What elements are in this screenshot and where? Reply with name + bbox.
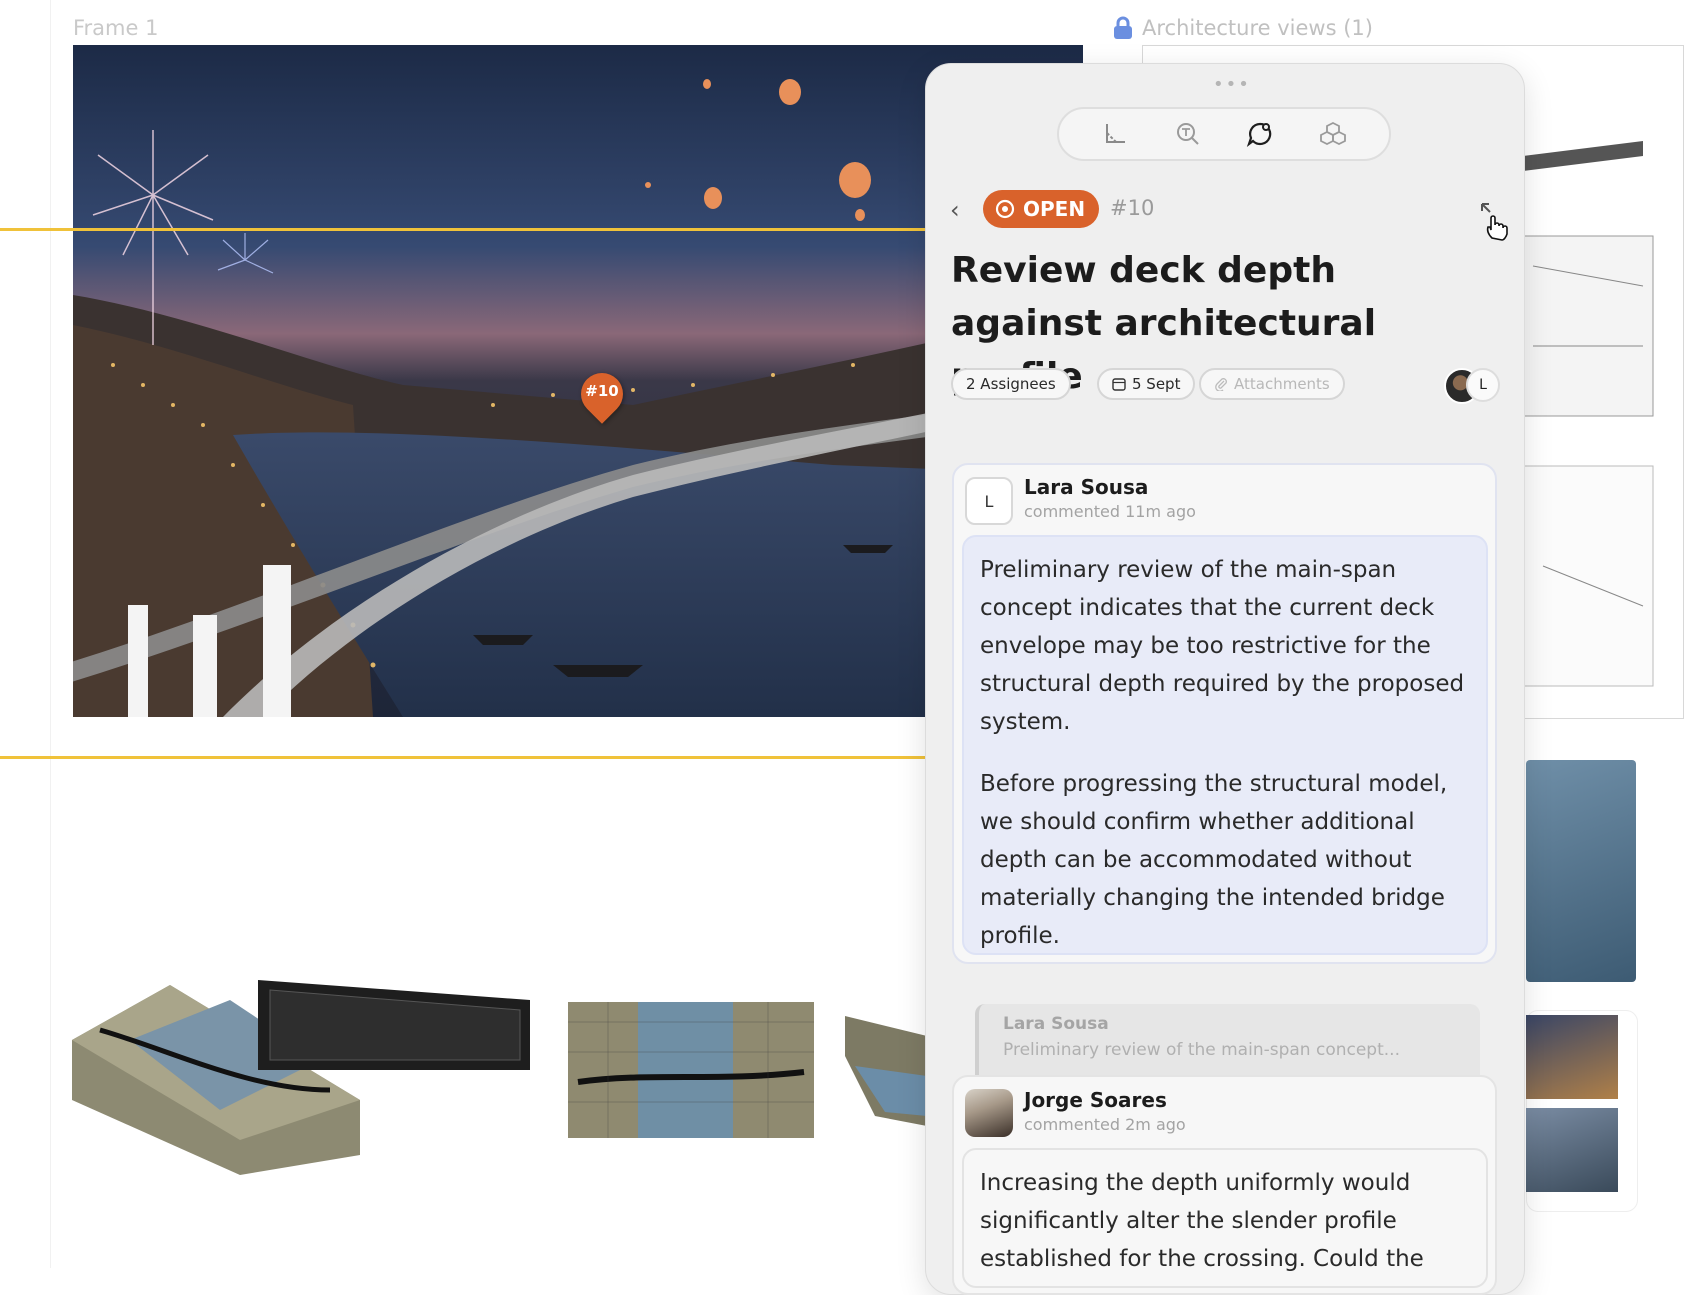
selection-guide-top: [0, 228, 925, 231]
reply-quote-excerpt: Preliminary review of the main-span conc…: [1003, 1040, 1400, 1060]
comment-paragraph: Preliminary review of the main-span conc…: [980, 557, 1465, 735]
calendar-icon: [1112, 378, 1126, 391]
paperclip-icon: [1215, 378, 1227, 391]
architecture-views-title: Architecture views (1): [1142, 16, 1373, 40]
frame-1-label[interactable]: Frame 1: [73, 16, 158, 40]
comment-body[interactable]: Increasing the depth uniformly would sig…: [962, 1148, 1488, 1288]
status-badge-open[interactable]: OPEN: [983, 190, 1100, 228]
photo-thumbnail-1[interactable]: [1526, 1015, 1618, 1099]
lock-icon: [1114, 16, 1132, 39]
selection-guide-bottom: [0, 756, 925, 759]
reply-quote[interactable]: Lara Sousa Preliminary review of the mai…: [975, 1004, 1480, 1076]
comment-meta: commented 11m ago: [1024, 502, 1196, 521]
measure-tool-button[interactable]: [1099, 118, 1131, 150]
reply-quote-author: Lara Sousa: [1003, 1014, 1109, 1034]
measure-icon: [1106, 124, 1126, 143]
terrain-model-isometric[interactable]: [70, 980, 540, 1180]
open-status-icon: [995, 199, 1015, 219]
inspect-tool-button[interactable]: [1172, 118, 1204, 150]
comment-author: Lara Sousa: [1024, 475, 1149, 499]
comment-meta: commented 2m ago: [1024, 1115, 1186, 1134]
comment-paragraph: Increasing the depth uniformly would sig…: [980, 1170, 1424, 1272]
architecture-views-label[interactable]: Architecture views (1): [1112, 16, 1373, 40]
cubes-icon: [1319, 121, 1346, 146]
components-tool-button[interactable]: [1317, 118, 1349, 150]
zoom-text-icon: [1176, 123, 1199, 145]
avatar-letter: L: [1466, 368, 1500, 402]
panel-drag-handle[interactable]: •••: [1213, 74, 1251, 95]
comment-author: Jorge Soares: [1024, 1088, 1167, 1112]
collapse-panel-button[interactable]: [1478, 200, 1508, 246]
assignees-label: 2 Assignees: [966, 375, 1056, 393]
collapse-arrow-icon: [1481, 203, 1508, 241]
due-date-label: 5 Sept: [1132, 375, 1181, 393]
attachments-chip[interactable]: Attachments: [1199, 368, 1345, 400]
panel-toolbar: [1057, 107, 1391, 161]
comment-avatar: L: [965, 477, 1013, 525]
comment-paragraph: Before progressing the structural model,…: [980, 771, 1448, 949]
comment-bubble-icon: [1247, 122, 1272, 147]
aerial-photo-thumbnail[interactable]: [1526, 760, 1636, 982]
canvas-guide-line: [50, 0, 51, 1268]
attachments-label: Attachments: [1234, 375, 1330, 393]
comments-tool-button[interactable]: [1244, 118, 1276, 150]
issue-pin-label: #10: [585, 382, 619, 400]
assignee-avatars[interactable]: L: [1444, 368, 1500, 404]
back-chevron-icon[interactable]: ‹: [950, 196, 960, 224]
due-date-chip[interactable]: 5 Sept: [1097, 368, 1196, 400]
comment-body[interactable]: Preliminary review of the main-span conc…: [962, 535, 1488, 955]
terrain-model-plan[interactable]: [568, 1002, 814, 1138]
terrain-model-partial[interactable]: [845, 1016, 927, 1126]
comment-avatar-photo: [965, 1089, 1013, 1137]
photo-thumbnail-2[interactable]: [1526, 1108, 1618, 1192]
status-label: OPEN: [1023, 197, 1086, 221]
issue-number: #10: [1110, 196, 1155, 220]
assignees-chip[interactable]: 2 Assignees: [951, 368, 1071, 400]
